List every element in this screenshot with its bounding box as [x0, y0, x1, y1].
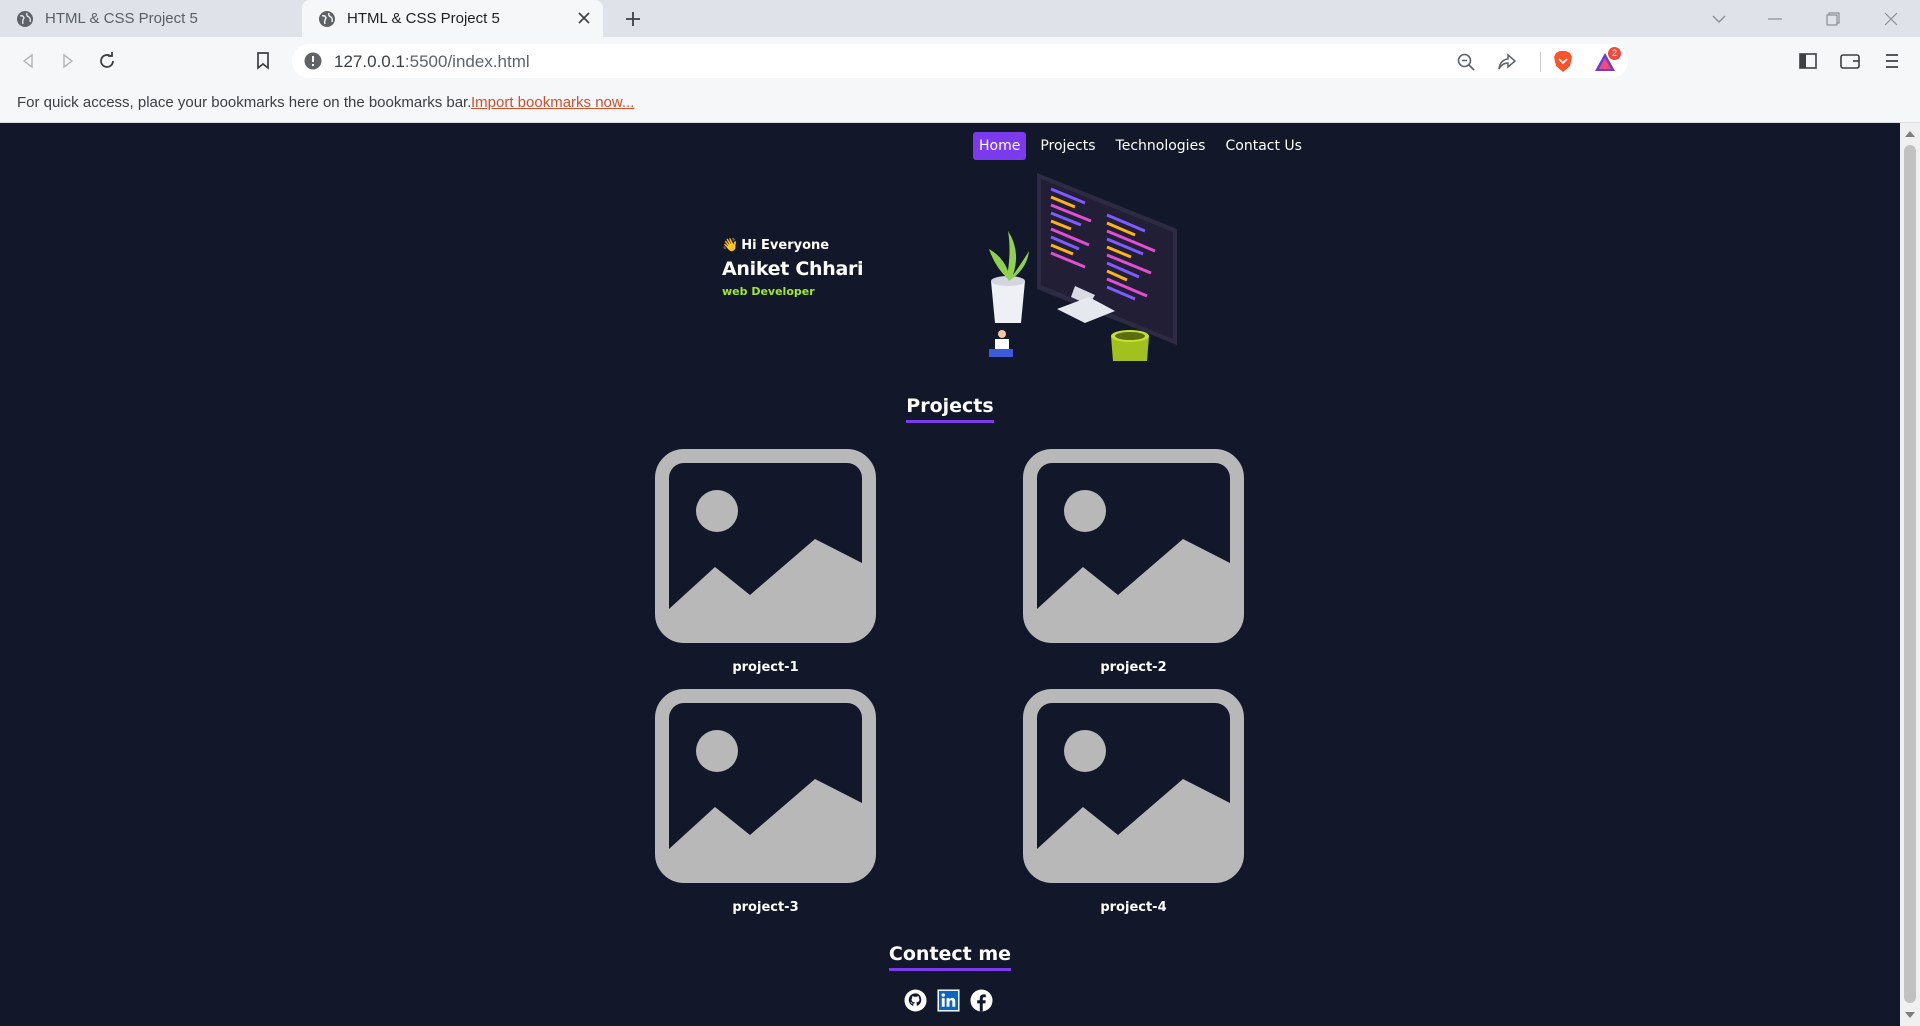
greeting: 👋 Hi Everyone	[722, 238, 863, 253]
back-button[interactable]	[14, 47, 42, 75]
project-caption: project-4	[1100, 900, 1167, 915]
new-tab-button[interactable]	[620, 6, 646, 32]
nav-technologies[interactable]: Technologies	[1110, 132, 1212, 160]
tab-title: HTML & CSS Project 5	[45, 10, 198, 27]
bookmarks-bar: For quick access, place your bookmarks h…	[0, 85, 1920, 123]
url-text: 127.0.0.1:5500/index.html	[334, 52, 530, 71]
sidebar-toggle-icon[interactable]	[1794, 47, 1822, 75]
nav-projects[interactable]: Projects	[1034, 132, 1101, 160]
hero-intro: 👋 Hi Everyone Aniket Chhari web Develope…	[722, 238, 864, 298]
linkedin-icon[interactable]	[937, 989, 960, 1012]
close-icon[interactable]	[575, 9, 593, 27]
zoom-icon[interactable]	[1455, 51, 1477, 73]
scrollbar-thumb[interactable]	[1904, 145, 1916, 1003]
social-links	[904, 989, 993, 1012]
project-caption: project-3	[732, 900, 799, 915]
scroll-down-icon[interactable]	[1905, 1012, 1915, 1018]
tab-search-button[interactable]	[1696, 0, 1742, 37]
project-caption: project-2	[1100, 660, 1167, 675]
project-card[interactable]: project-2	[1023, 449, 1244, 675]
page-viewport: Home Projects Technologies Contact Us 👋 …	[0, 123, 1900, 1026]
nav-home[interactable]: Home	[973, 132, 1027, 160]
tab-title: HTML & CSS Project 5	[347, 10, 500, 27]
brave-shields-icon[interactable]	[1552, 51, 1574, 73]
import-bookmarks-link[interactable]: Import bookmarks now...	[471, 94, 634, 111]
github-icon[interactable]	[904, 989, 927, 1012]
reload-button[interactable]	[93, 47, 121, 75]
minimize-button[interactable]	[1752, 0, 1798, 37]
bookmarks-message: For quick access, place your bookmarks h…	[17, 94, 472, 111]
image-placeholder-icon	[655, 689, 876, 883]
project-card[interactable]: project-4	[1023, 689, 1244, 915]
page-scrollbar[interactable]	[1900, 123, 1920, 1026]
share-icon[interactable]	[1496, 51, 1518, 73]
hero-name: Aniket Chhari	[722, 258, 864, 280]
globe-icon	[16, 10, 34, 28]
restore-button[interactable]	[1810, 0, 1856, 37]
developer-illustration	[989, 173, 1177, 361]
divider	[1540, 52, 1541, 72]
contact-heading: Contect me	[0, 943, 1900, 971]
facebook-icon[interactable]	[970, 989, 993, 1012]
wave-icon: 👋	[722, 238, 739, 253]
scroll-up-icon[interactable]	[1905, 131, 1915, 137]
project-caption: project-1	[732, 660, 799, 675]
project-card[interactable]: project-1	[655, 449, 876, 675]
image-placeholder-icon	[1023, 449, 1244, 643]
window-close-button[interactable]	[1868, 0, 1914, 37]
image-placeholder-icon	[1023, 689, 1244, 883]
image-placeholder-icon	[655, 449, 876, 643]
greeting-text: Hi Everyone	[741, 238, 830, 253]
project-card[interactable]: project-3	[655, 689, 876, 915]
tab-inactive[interactable]: HTML & CSS Project 5	[0, 0, 302, 37]
menu-icon[interactable]	[1878, 47, 1906, 75]
tab-active[interactable]: HTML & CSS Project 5	[302, 0, 603, 37]
brave-rewards-icon[interactable]: 2	[1594, 47, 1621, 73]
site-nav: Home Projects Technologies Contact Us	[973, 132, 1308, 160]
rewards-badge: 2	[1608, 47, 1621, 60]
globe-icon	[318, 10, 336, 28]
bookmark-icon[interactable]	[249, 47, 277, 75]
hero-role: web Developer	[722, 285, 815, 298]
tab-strip: HTML & CSS Project 5 HTML & CSS Project …	[0, 0, 1920, 37]
nav-contact[interactable]: Contact Us	[1219, 132, 1307, 160]
forward-button[interactable]	[54, 47, 82, 75]
wallet-icon[interactable]	[1836, 47, 1864, 75]
address-bar[interactable]: 127.0.0.1:5500/index.html 2	[292, 44, 1628, 78]
site-info-icon[interactable]	[304, 52, 322, 70]
projects-heading: Projects	[0, 395, 1900, 423]
